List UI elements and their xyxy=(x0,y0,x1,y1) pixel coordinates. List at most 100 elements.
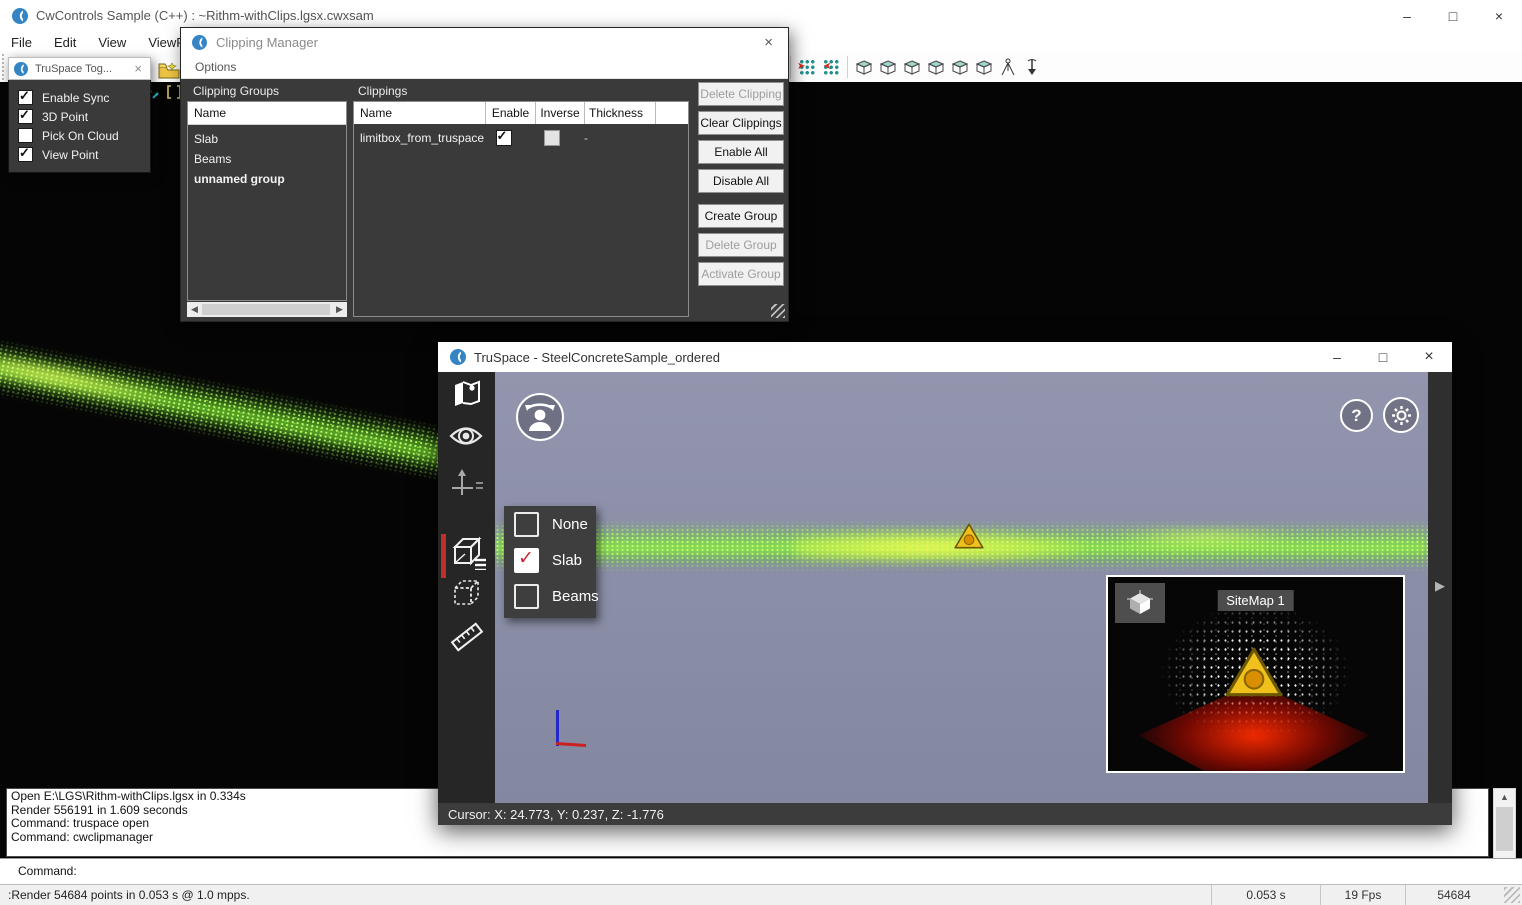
move-axis-icon xyxy=(451,468,483,498)
group-item-beams[interactable]: Beams xyxy=(188,149,346,169)
clipbox-tool-4-button[interactable] xyxy=(924,55,948,79)
panel-expander-arrow[interactable]: ▶ xyxy=(1428,578,1452,594)
resize-grip[interactable] xyxy=(1504,887,1520,903)
col-header-filler xyxy=(655,102,688,124)
scroll-thumb[interactable] xyxy=(202,304,330,315)
close-button[interactable]: × xyxy=(1406,342,1452,372)
clipping-manager-titlebar: Clipping Manager × xyxy=(181,28,788,56)
col-header-inverse[interactable]: Inverse xyxy=(535,102,584,124)
menu-view[interactable]: View xyxy=(87,33,137,52)
help-button[interactable]: ? xyxy=(1340,399,1373,432)
activate-group-button[interactable]: Activate Group xyxy=(698,262,784,286)
scanner-position-button[interactable] xyxy=(996,55,1020,79)
drop-to-ground-button[interactable] xyxy=(1020,55,1044,79)
col-header-name[interactable]: Name xyxy=(354,102,485,124)
clip-option-beams[interactable]: Beams xyxy=(504,578,596,614)
clipbox-tool-6-button[interactable] xyxy=(972,55,996,79)
beams-checkbox[interactable] xyxy=(514,584,539,609)
close-button[interactable]: × xyxy=(1476,0,1522,32)
sitemap-overlay[interactable]: SiteMap 1 xyxy=(1106,575,1405,773)
pointcloud-out-button[interactable]: ➤ xyxy=(819,55,843,79)
delete-clipping-button[interactable]: Delete Clipping xyxy=(698,82,784,106)
col-header-thickness[interactable]: Thickness xyxy=(584,102,655,124)
sitemap-3d-button[interactable] xyxy=(1115,583,1165,623)
minimize-button[interactable]: – xyxy=(1384,0,1430,32)
none-checkbox[interactable] xyxy=(514,512,539,537)
walk-mode-button[interactable] xyxy=(516,393,564,441)
scroll-right-arrow[interactable]: ▶ xyxy=(332,302,347,317)
delete-group-button[interactable]: Delete Group xyxy=(698,233,784,257)
clipbox-tool-2-button[interactable] xyxy=(876,55,900,79)
menu-file[interactable]: File xyxy=(0,33,43,52)
clipping-name: limitbox_from_truspace xyxy=(354,131,479,145)
cube-3d-icon xyxy=(1127,590,1153,616)
dashed-cube-icon xyxy=(451,578,483,608)
col-header-enable[interactable]: Enable xyxy=(485,102,535,124)
toggle-3d-point[interactable]: 3D Point xyxy=(18,107,150,126)
inverse-checkbox[interactable] xyxy=(544,130,560,146)
move-tool-button[interactable] xyxy=(451,468,483,503)
minimize-button[interactable]: – xyxy=(1314,342,1360,372)
options-menu[interactable]: Options xyxy=(181,60,236,74)
sitemap-label: SiteMap 1 xyxy=(1217,590,1294,611)
scroll-up-arrow[interactable]: ▲ xyxy=(1494,789,1515,805)
clipping-row[interactable]: limitbox_from_truspace - xyxy=(354,127,688,149)
active-tool-indicator xyxy=(441,534,446,578)
clipbox-tool-5-button[interactable] xyxy=(948,55,972,79)
disable-all-button[interactable]: Disable All xyxy=(698,169,784,193)
maximize-button[interactable]: □ xyxy=(1430,0,1476,32)
help-icon: ? xyxy=(1351,406,1361,426)
settings-button[interactable] xyxy=(1383,397,1419,433)
group-item-unnamed[interactable]: unnamed group xyxy=(188,169,346,189)
pick-on-cloud-checkbox[interactable] xyxy=(18,128,33,143)
sitemap-tool-button[interactable] xyxy=(451,380,481,413)
create-group-button[interactable]: Create Group xyxy=(698,204,784,228)
open-file-button[interactable] xyxy=(157,58,181,82)
dialog-resize-grip[interactable] xyxy=(771,304,785,318)
clipbox-tool-3-button[interactable] xyxy=(900,55,924,79)
sitemap-scan-marker[interactable] xyxy=(1223,645,1285,699)
maximize-button[interactable]: □ xyxy=(1360,342,1406,372)
person-rotate-icon xyxy=(520,397,560,437)
toggle-label: 3D Point xyxy=(42,110,88,124)
close-button[interactable]: × xyxy=(749,34,788,51)
cursor-bar: Cursor: X: 24.773, Y: 0.237, Z: -1.776 xyxy=(438,803,1452,825)
scroll-thumb[interactable] xyxy=(1496,807,1513,851)
pointcloud-in-button[interactable]: ➤ xyxy=(795,55,819,79)
enable-checkbox[interactable] xyxy=(496,130,512,146)
toggle-enable-sync[interactable]: Enable Sync xyxy=(18,88,150,107)
scroll-left-arrow[interactable]: ◀ xyxy=(187,302,202,317)
close-button[interactable]: × xyxy=(126,61,150,76)
clip-option-label: None xyxy=(552,516,588,533)
view-point-checkbox[interactable] xyxy=(18,147,33,162)
scan-position-marker[interactable] xyxy=(953,522,985,550)
clipping-tool-button[interactable] xyxy=(451,536,487,575)
limitbox-tool-button[interactable] xyxy=(451,578,483,613)
measure-tool-button[interactable] xyxy=(450,620,484,659)
clipping-popup: None Slab Beams xyxy=(504,506,596,618)
groups-section-label: Clipping Groups xyxy=(193,84,279,98)
command-input[interactable]: Command: xyxy=(0,858,1522,884)
clip-option-none[interactable]: None xyxy=(504,506,596,542)
app-icon xyxy=(450,349,466,365)
clear-clippings-button[interactable]: Clear Clippings xyxy=(698,111,784,135)
clip-option-slab[interactable]: Slab xyxy=(504,542,596,578)
clipbox-tool-1-button[interactable] xyxy=(852,55,876,79)
group-item-slab[interactable]: Slab xyxy=(188,129,346,149)
menu-edit[interactable]: Edit xyxy=(43,33,87,52)
toggle-pick-on-cloud[interactable]: Pick On Cloud xyxy=(18,126,150,145)
groups-list-header[interactable]: Name xyxy=(188,102,346,125)
clipping-manager-menubar: Options xyxy=(181,56,788,79)
arrow-down-icon xyxy=(1025,58,1039,76)
view-tool-button[interactable] xyxy=(449,424,483,453)
groups-hscrollbar[interactable]: ◀ ▶ xyxy=(187,302,347,317)
axis-indicator-z xyxy=(556,710,559,746)
3d-point-checkbox[interactable] xyxy=(18,109,33,124)
enable-sync-checkbox[interactable] xyxy=(18,90,33,105)
status-bar: :Render 54684 points in 0.053 s @ 1.0 mp… xyxy=(0,884,1522,905)
command-prompt-label: Command: xyxy=(0,859,1522,878)
status-point-count: 54684 xyxy=(1405,885,1502,905)
enable-all-button[interactable]: Enable All xyxy=(698,140,784,164)
slab-checkbox[interactable] xyxy=(514,548,539,573)
toggle-view-point[interactable]: View Point xyxy=(18,145,150,164)
